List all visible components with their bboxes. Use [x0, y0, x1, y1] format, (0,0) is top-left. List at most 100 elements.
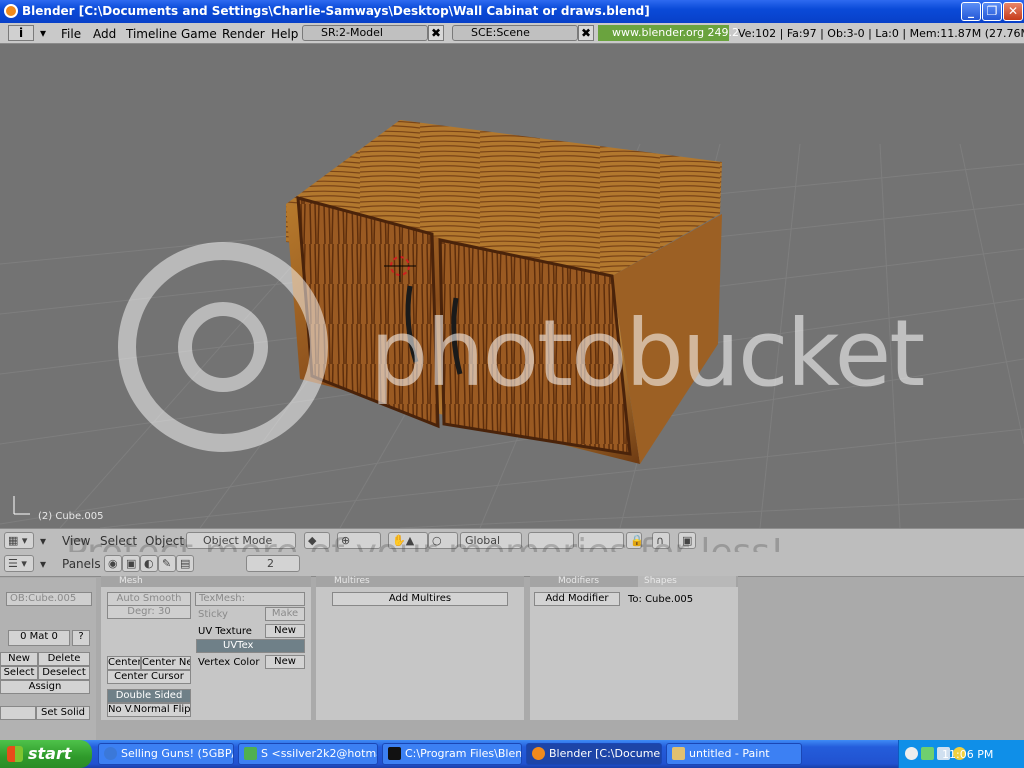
- task-paint[interactable]: untitled - Paint: [666, 743, 802, 765]
- uv-texture-label: UV Texture: [198, 626, 252, 637]
- texmesh-field[interactable]: TexMesh:: [195, 592, 305, 606]
- clock[interactable]: 11:06 PM: [942, 748, 993, 761]
- context-shading-icon[interactable]: ▣: [122, 555, 140, 572]
- layer-buttons-a[interactable]: [528, 532, 574, 549]
- tray-arrow-icon[interactable]: [905, 747, 918, 760]
- manipulator-icon[interactable]: ✋▲: [388, 532, 428, 549]
- rotate-icon[interactable]: ○: [428, 532, 458, 549]
- material-delete-button[interactable]: Delete: [38, 652, 90, 666]
- task-blender[interactable]: Blender [C:\Documen...: [526, 743, 662, 765]
- menu-view[interactable]: View: [62, 534, 90, 548]
- context-object-icon[interactable]: ◐: [140, 555, 158, 572]
- cabinet-model[interactable]: [286, 120, 722, 464]
- mode-selector[interactable]: Object Mode: [186, 532, 296, 549]
- blender-icon: [532, 747, 545, 760]
- task-label: Selling Guns! (5GBP/$...: [121, 747, 233, 760]
- menu-panels[interactable]: Panels: [62, 557, 101, 571]
- task-messenger[interactable]: S <ssilver2k2@hotma...: [238, 743, 378, 765]
- layer-buttons-b[interactable]: [578, 532, 624, 549]
- sticky-label: Sticky: [198, 609, 228, 620]
- minimize-button[interactable]: _: [961, 2, 981, 21]
- material-select-button[interactable]: Select: [0, 666, 38, 680]
- collapse-triangle-icon[interactable]: ▾: [40, 26, 46, 40]
- degr-field[interactable]: Degr: 30: [107, 605, 191, 619]
- material-index-field[interactable]: 0 Mat 0: [8, 630, 70, 646]
- paint-icon: [672, 747, 685, 760]
- material-help-button[interactable]: ?: [72, 630, 90, 646]
- menu-object[interactable]: Object: [145, 534, 184, 548]
- maximize-button[interactable]: ❐: [982, 2, 1002, 21]
- scene-delete-icon[interactable]: ✖: [578, 25, 594, 41]
- taskbar: start Selling Guns! (5GBP/$... S <ssilve…: [0, 740, 1024, 768]
- scene-selector[interactable]: SCE:Scene: [452, 25, 578, 41]
- no-vnormal-flip-toggle[interactable]: No V.Normal Flip: [107, 703, 191, 717]
- link-materials-panel: OB:Cube.005 0 Mat 0 ? New Delete Select …: [0, 578, 96, 740]
- 3d-view-header: ▦ ▾ ▾ View Select Object Object Mode ◆ ⊕…: [0, 528, 1024, 552]
- menu-help[interactable]: Help: [271, 27, 298, 41]
- vertex-color-label: Vertex Color: [198, 657, 260, 668]
- context-scene-icon[interactable]: ▤: [176, 555, 194, 572]
- render-image-icon[interactable]: ▣: [678, 532, 696, 549]
- center-cursor-button[interactable]: Center Cursor: [107, 670, 191, 684]
- ie-icon: [104, 747, 117, 760]
- mesh-panel-title: Mesh: [101, 576, 311, 587]
- uv-texture-new-button[interactable]: New: [265, 624, 305, 638]
- draw-type-icon[interactable]: ◆: [304, 532, 330, 549]
- blender-site-link[interactable]: www.blender.org 249.2: [598, 25, 739, 41]
- shapes-tab[interactable]: Shapes: [638, 576, 736, 587]
- messenger-icon: [244, 747, 257, 760]
- orientation-selector[interactable]: Global: [460, 532, 522, 549]
- console-icon: [388, 747, 401, 760]
- context-editing-icon[interactable]: ✎: [158, 555, 176, 572]
- screen-delete-icon[interactable]: ✖: [428, 25, 444, 41]
- lock-icon[interactable]: 🔒: [626, 532, 644, 549]
- window-title-bar[interactable]: Blender [C:\Documents and Settings\Charl…: [0, 0, 1024, 23]
- sticky-make-button[interactable]: Make: [265, 607, 305, 621]
- material-deselect-button[interactable]: Deselect: [38, 666, 90, 680]
- menu-add[interactable]: Add: [93, 27, 116, 41]
- pivot-icon[interactable]: ⊕: [337, 532, 381, 549]
- add-modifier-button[interactable]: Add Modifier: [534, 592, 620, 606]
- set-smooth-button[interactable]: [0, 706, 36, 720]
- viewport-scene: [0, 120, 1024, 528]
- set-solid-button[interactable]: Set Solid: [36, 706, 90, 720]
- buttons-header: ☰ ▾ ▾ Panels ◉ ▣ ◐ ✎ ▤ 2: [0, 552, 1024, 577]
- task-label: S <ssilver2k2@hotma...: [261, 747, 377, 760]
- buttons-editor-icon[interactable]: ☰ ▾: [4, 555, 34, 572]
- snap-icon[interactable]: ∩: [652, 532, 670, 549]
- editor-type-grid-icon[interactable]: ▦ ▾: [4, 532, 34, 549]
- buttons-window: ☰ ▾ ▾ Panels ◉ ▣ ◐ ✎ ▤ 2 OB:Cube.005 0 M…: [0, 552, 1024, 740]
- info-header: i ▾ File Add Timeline Game Render Help S…: [0, 23, 1024, 44]
- double-sided-toggle[interactable]: Double Sided: [107, 689, 191, 703]
- 3d-viewport[interactable]: (2) Cube.005: [0, 44, 1024, 528]
- material-new-button[interactable]: New: [0, 652, 38, 666]
- uvtex-layer[interactable]: UVTex: [196, 639, 305, 653]
- auto-smooth-toggle[interactable]: Auto Smooth: [107, 592, 191, 606]
- menu-render[interactable]: Render: [222, 27, 265, 41]
- screen-selector[interactable]: SR:2-Model: [302, 25, 428, 41]
- menu-game[interactable]: Game: [181, 27, 217, 41]
- buttons-collapse-icon[interactable]: ▾: [40, 557, 46, 571]
- modifiers-panel: Modifiers Shapes Add Modifier To: Cube.0…: [530, 576, 738, 720]
- modifier-target-label: To: Cube.005: [628, 594, 694, 605]
- task-browser[interactable]: Selling Guns! (5GBP/$...: [98, 743, 234, 765]
- context-logic-icon[interactable]: ◉: [104, 555, 122, 572]
- vertex-color-new-button[interactable]: New: [265, 655, 305, 669]
- frame-counter[interactable]: 2: [246, 555, 300, 572]
- start-button[interactable]: start: [0, 740, 92, 768]
- blender-app-icon: [4, 4, 18, 18]
- object-name-field[interactable]: OB:Cube.005: [6, 592, 92, 606]
- menu-select[interactable]: Select: [100, 534, 137, 548]
- menu-timeline[interactable]: Timeline: [126, 27, 177, 41]
- network-icon[interactable]: [921, 747, 934, 760]
- add-multires-button[interactable]: Add Multires: [332, 592, 508, 606]
- center-button[interactable]: Center: [107, 656, 141, 670]
- task-label: untitled - Paint: [689, 747, 770, 760]
- menu-file[interactable]: File: [61, 27, 81, 41]
- material-assign-button[interactable]: Assign: [0, 680, 90, 694]
- header-collapse-icon[interactable]: ▾: [40, 534, 46, 548]
- task-console[interactable]: C:\Program Files\Blen...: [382, 743, 522, 765]
- center-new-button[interactable]: Center New: [141, 656, 191, 670]
- info-editor-icon[interactable]: i: [8, 25, 34, 41]
- close-button[interactable]: ✕: [1003, 2, 1023, 21]
